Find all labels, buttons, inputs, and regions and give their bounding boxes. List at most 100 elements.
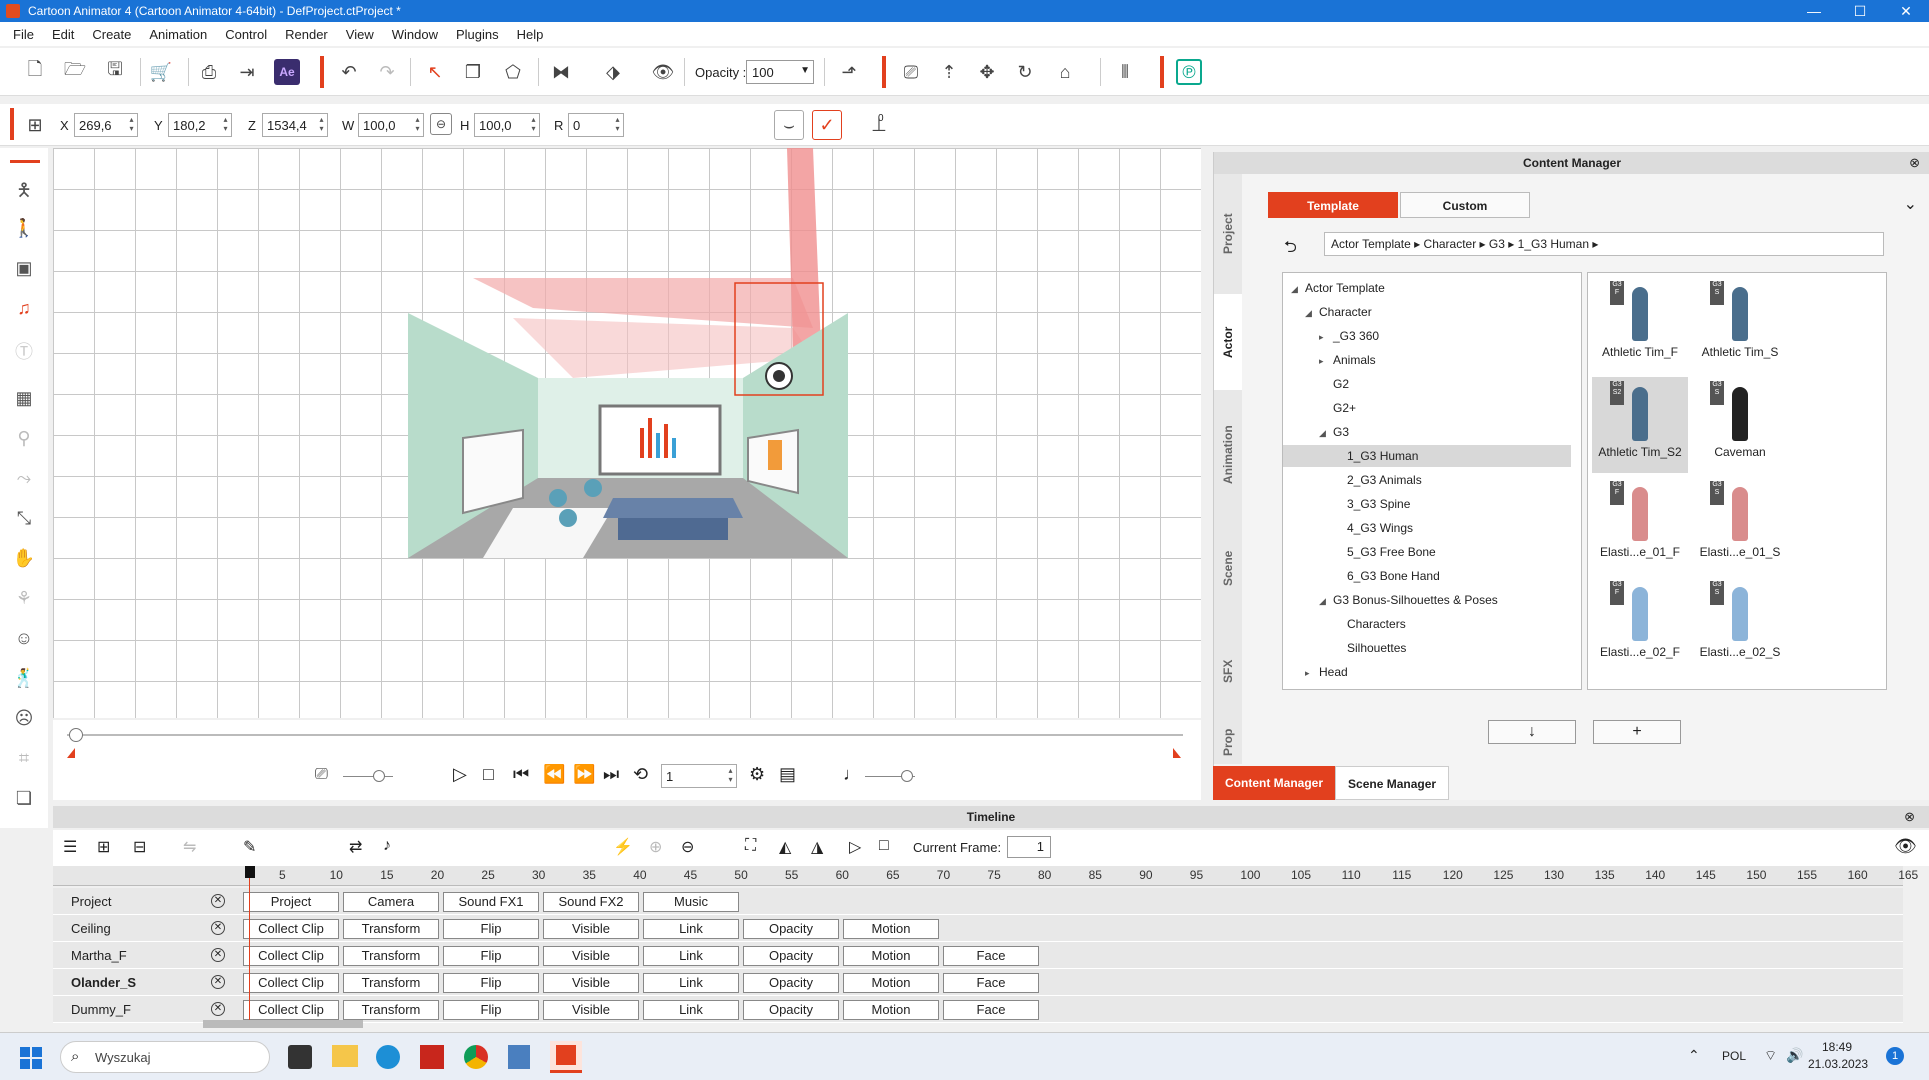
scrub-track[interactable] xyxy=(67,734,1183,736)
track-clip-button[interactable]: Transform xyxy=(343,919,439,939)
tree-item[interactable]: G2 xyxy=(1283,373,1571,395)
horizontal-scrollbar[interactable] xyxy=(203,1020,363,1028)
current-frame-field[interactable]: 1 xyxy=(1007,836,1051,858)
music-note-icon[interactable]: ♩ xyxy=(843,764,861,785)
track-clip-button[interactable]: Project xyxy=(243,892,339,912)
preview-eye-icon[interactable]: 👁 xyxy=(650,59,676,85)
character-thumbnail[interactable]: G3 F Elasti...e_02_F xyxy=(1592,577,1688,673)
undo-icon[interactable]: ↶ xyxy=(336,59,362,85)
track-clip-button[interactable]: Sound FX1 xyxy=(443,892,539,912)
tab-custom[interactable]: Custom xyxy=(1400,192,1530,218)
add-button[interactable]: + xyxy=(1593,720,1681,744)
breadcrumb-item[interactable]: 1_G3 Human xyxy=(1518,237,1589,251)
after-effects-button[interactable]: Ae xyxy=(274,59,300,85)
w-field[interactable]: 100,0 xyxy=(358,113,424,137)
play-icon[interactable]: ▷ xyxy=(453,764,467,785)
align-icon[interactable]: ⬗ xyxy=(600,59,626,85)
tree-arrow-icon[interactable]: ▸ xyxy=(1319,326,1333,348)
move-icon[interactable]: ✥ xyxy=(974,59,1000,85)
layer-manager-icon[interactable]: ❏ xyxy=(12,788,36,812)
wifi-icon[interactable]: ⌔ xyxy=(1764,1047,1777,1065)
language-indicator[interactable]: POL xyxy=(1722,1049,1746,1063)
cartoon-animator-taskbar-button[interactable] xyxy=(550,1041,582,1073)
close-button[interactable]: ✕ xyxy=(1883,3,1929,20)
export-icon[interactable]: ⇥ xyxy=(234,59,260,85)
character-thumbnail[interactable]: G3 F Athletic Tim_F xyxy=(1592,277,1688,373)
tree-item[interactable]: Characters xyxy=(1283,613,1571,635)
transform-icon[interactable]: ⬠ xyxy=(500,59,526,85)
volume-track[interactable] xyxy=(343,776,393,777)
new-file-icon[interactable]: 🗋 xyxy=(22,59,48,85)
tree-item[interactable]: ◢ G3 xyxy=(1283,421,1571,443)
menu-view[interactable]: View xyxy=(337,27,383,42)
file-explorer-icon[interactable] xyxy=(332,1045,358,1067)
face-puppet-icon[interactable]: ☺ xyxy=(12,628,36,652)
tree-item[interactable]: G2+ xyxy=(1283,397,1571,419)
track-clip-button[interactable]: Collect Clip xyxy=(243,946,339,966)
track-clip-button[interactable]: Transform xyxy=(343,946,439,966)
layout-grid-icon[interactable]: ▦ xyxy=(12,388,36,412)
vtab-scene[interactable]: Scene xyxy=(1214,520,1242,616)
spring-icon[interactable]: ⌗ xyxy=(12,748,36,772)
track-clip-button[interactable]: Opacity xyxy=(743,946,839,966)
tree-arrow-icon[interactable]: ▸ xyxy=(1319,350,1333,372)
clock-date[interactable]: 21.03.2023 xyxy=(1808,1057,1868,1071)
timeline-track[interactable]: Martha_F ✕ Collect Clip Transform Flip Visibl… xyxy=(53,942,1903,969)
track-clip-button[interactable]: Transform xyxy=(343,1000,439,1020)
track-clip-button[interactable]: Link xyxy=(643,946,739,966)
frame-field[interactable]: 1 xyxy=(661,764,737,788)
layer-icon[interactable]: ⊟ xyxy=(133,837,146,857)
rotate-icon[interactable]: ↻ xyxy=(1012,59,1038,85)
track-clip-button[interactable]: Link xyxy=(643,973,739,993)
volume-handle[interactable] xyxy=(373,770,385,782)
h-field[interactable]: 100,0 xyxy=(474,113,540,137)
audio-clip-icon[interactable]: ♪ xyxy=(383,837,391,855)
track-clip-button[interactable]: Face xyxy=(943,946,1039,966)
motion-path-icon[interactable]: ⤳ xyxy=(12,468,36,492)
character-thumbnail[interactable]: G3 S Caveman xyxy=(1692,377,1788,473)
track-clip-button[interactable]: Opacity xyxy=(743,919,839,939)
subtitle-icon[interactable]: ⎚ xyxy=(315,766,328,784)
frame-ruler[interactable]: 5 10 15 20 25 30 35 40 45 50 55 60 65 70 75 80 85 90 95 100… xyxy=(53,866,1918,886)
scrub-handle[interactable] xyxy=(69,728,83,742)
menu-render[interactable]: Render xyxy=(276,27,337,42)
tree-item[interactable]: ▸ Head xyxy=(1283,661,1571,683)
calculator-icon[interactable] xyxy=(508,1045,530,1069)
zoom-in-icon[interactable]: ⊕ xyxy=(649,837,662,857)
apply-button[interactable]: ↓ xyxy=(1488,720,1576,744)
bone-editor-icon[interactable]: 🚶 xyxy=(12,218,36,242)
tree-item[interactable]: 1_G3 Human xyxy=(1283,445,1571,467)
import-icon[interactable]: ⎙ xyxy=(196,59,222,85)
grid-icon[interactable]: ⊞ xyxy=(22,112,48,138)
tab-template[interactable]: Template xyxy=(1268,192,1398,218)
timeline-track[interactable]: Olander_S ✕ Collect Clip Transform Flip Visib… xyxy=(53,969,1903,996)
clock-time[interactable]: 18:49 xyxy=(1822,1040,1852,1054)
character-thumbnail[interactable]: G3 S Athletic Tim_S xyxy=(1692,277,1788,373)
track-clip-button[interactable]: Visible xyxy=(543,919,639,939)
vtab-sfx[interactable]: SFX xyxy=(1214,626,1242,716)
menu-plugins[interactable]: Plugins xyxy=(447,27,508,42)
breadcrumb-item[interactable]: G3 xyxy=(1489,237,1505,251)
track-list-icon[interactable]: ☰ xyxy=(63,837,77,857)
tree-item[interactable]: ◢ Actor Template xyxy=(1283,277,1571,299)
track-clip-button[interactable]: Motion xyxy=(843,973,939,993)
tree-item[interactable]: 6_G3 Bone Hand xyxy=(1283,565,1571,587)
audio-handle[interactable] xyxy=(901,770,913,782)
fit-icon[interactable]: ⛶ xyxy=(745,837,756,855)
prev-frame-icon[interactable]: ⏪ xyxy=(543,764,565,785)
save-icon[interactable]: 🖫 xyxy=(102,59,128,85)
menu-window[interactable]: Window xyxy=(383,27,447,42)
plugin-logo-icon[interactable]: ℗ xyxy=(1176,59,1202,85)
zoom-out-icon[interactable]: ⊖ xyxy=(681,837,694,857)
track-clip-button[interactable]: Flip xyxy=(443,919,539,939)
y-field[interactable]: 180,2 xyxy=(168,113,232,137)
bone-bend-icon[interactable]: ⌣ xyxy=(774,110,804,140)
body-puppet-icon[interactable]: 🕺 xyxy=(12,668,36,692)
vtab-animation[interactable]: Animation xyxy=(1214,400,1242,510)
timeline-track[interactable]: Ceiling ✕ Collect Clip Transform Flip Visible… xyxy=(53,915,1903,942)
track-remove-icon[interactable]: ✕ xyxy=(211,975,225,989)
taskbar-search[interactable]: ⌕ Wyszukaj xyxy=(60,1041,270,1073)
character-thumbnail[interactable]: G3 S Elasti...e_02_S xyxy=(1692,577,1788,673)
motion-puppet-icon[interactable]: ⚘ xyxy=(12,588,36,612)
notification-badge[interactable]: 1 xyxy=(1886,1047,1904,1065)
